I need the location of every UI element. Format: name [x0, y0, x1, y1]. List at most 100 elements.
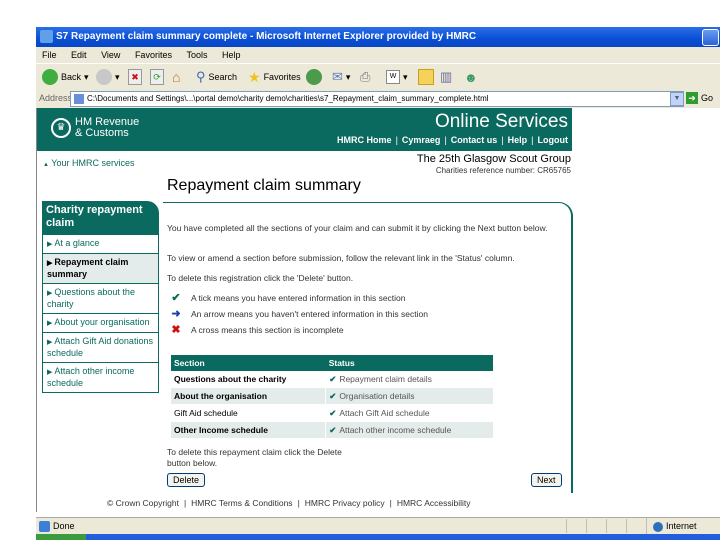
history-button[interactable] [306, 68, 322, 86]
print-button[interactable]: ⎙ [360, 68, 370, 86]
hmrc-banner: ♛ HM Revenue & Customs Online Services H… [37, 108, 572, 151]
go-button[interactable]: Go [701, 93, 713, 103]
status-link[interactable]: Organisation details [339, 391, 414, 401]
legend-text: A cross means this section is incomplete [191, 324, 344, 335]
back-label: Back [61, 72, 82, 82]
status-link[interactable]: Attach other income schedule [339, 425, 451, 435]
footer-separator: | [183, 498, 187, 508]
menu-help[interactable]: Help [222, 50, 241, 60]
main-panel: You have completed all the sections of y… [163, 202, 573, 493]
arrow-right-icon: ➜ [171, 308, 181, 320]
sidebar-item-about-organisation[interactable]: ▶ About your organisation [42, 314, 159, 333]
search-icon: ⚲ [196, 69, 206, 84]
service-title: Online Services [434, 111, 568, 132]
refresh-button[interactable]: ⟳ [150, 68, 164, 86]
messenger-button[interactable]: ☻ [464, 68, 478, 86]
search-label: Search [208, 72, 238, 82]
edit-dropdown-icon: ▾ [403, 71, 408, 82]
arrow-right-icon: ▶ [47, 320, 53, 327]
status-link[interactable]: Repayment claim details [339, 374, 432, 384]
status-cell: ✔ Repayment claim details [325, 371, 493, 388]
start-button[interactable] [36, 534, 86, 540]
menu-favorites[interactable]: Favorites [135, 50, 172, 60]
hmrc-logo[interactable]: ♛ HM Revenue & Customs [51, 117, 139, 139]
favorites-label: Favorites [263, 72, 301, 82]
section-cell: About the organisation [171, 387, 326, 405]
address-label: Address [39, 93, 73, 103]
legend-text: A tick means you have entered informatio… [191, 292, 406, 303]
your-hmrc-services-link[interactable]: ▲ Your HMRC services [43, 158, 135, 168]
delete-claim-text: To delete this repayment claim click the… [167, 447, 342, 468]
mail-icon: ✉ [332, 69, 343, 84]
nav-help[interactable]: Help [508, 135, 528, 145]
sidebar-item-at-a-glance[interactable]: ▶ At a glance [42, 235, 159, 254]
back-button[interactable]: Back ▾ [42, 68, 89, 86]
minimize-button[interactable] [702, 29, 719, 46]
table-header-row: Section Status [171, 355, 493, 371]
nav-separator: | [531, 135, 534, 145]
delete-button[interactable]: Delete [167, 473, 206, 487]
cross-icon: ✖ [171, 324, 181, 336]
stop-button[interactable]: ✖ [128, 68, 142, 86]
note-icon [418, 69, 434, 85]
menu-view[interactable]: View [101, 50, 120, 60]
word-icon: W [386, 70, 400, 84]
menu-file[interactable]: File [42, 50, 57, 60]
accessibility-link[interactable]: HMRC Accessibility [397, 498, 471, 508]
address-input[interactable]: C:\Documents and Settings\...\portal dem… [70, 91, 684, 107]
go-arrow-icon[interactable]: ➜ [686, 92, 698, 104]
copyright-link[interactable]: © Crown Copyright [107, 498, 179, 508]
legend-arrow: ➜ An arrow means you haven't entered inf… [169, 307, 428, 320]
sidebar-item-questions-about-charity[interactable]: ▶ Questions about the charity [42, 284, 159, 314]
nav-contact-us[interactable]: Contact us [451, 135, 498, 145]
page-content: ♛ HM Revenue & Customs Online Services H… [36, 108, 720, 512]
forward-button[interactable]: ▾ [96, 68, 120, 86]
tick-icon: ✔ [171, 292, 181, 304]
next-button[interactable]: Next [531, 473, 562, 487]
tick-icon: ✔ [329, 373, 337, 384]
status-text: Done [53, 521, 75, 531]
nav-hmrc-home[interactable]: HMRC Home [337, 135, 392, 145]
table-row: Gift Aid schedule ✔ Attach Gift Aid sched… [171, 404, 493, 422]
tick-icon: ✔ [329, 407, 337, 418]
sidebar-item-other-income-schedule[interactable]: ▶ Attach other income schedule [42, 363, 159, 393]
ie-icon [40, 30, 53, 43]
nav-logout[interactable]: Logout [538, 135, 569, 145]
tick-icon: ✔ [329, 424, 337, 435]
arrow-right-icon: ▶ [47, 339, 53, 346]
nav-separator: | [444, 135, 447, 145]
crown-icon: ♛ [51, 118, 71, 138]
print-icon: ⎙ [360, 69, 371, 84]
amend-text: To view or amend a section before submis… [167, 253, 515, 263]
sidebar-item-gift-aid-schedule[interactable]: ▶ Attach Gift Aid donations schedule [42, 333, 159, 363]
search-button[interactable]: ⚲ Search [196, 68, 237, 86]
home-button[interactable]: ⌂ [172, 68, 180, 86]
research-button[interactable]: ▥ [440, 68, 452, 86]
sidebar-item-label: Repayment claim summary [47, 257, 129, 279]
your-hmrc-services-label: Your HMRC services [51, 158, 135, 168]
back-dropdown-icon: ▾ [84, 71, 89, 82]
nav-cymraeg[interactable]: Cymraeg [402, 135, 441, 145]
refresh-icon: ⟳ [150, 69, 164, 85]
favorites-button[interactable]: ★ Favorites [248, 68, 301, 86]
terms-link[interactable]: HMRC Terms & Conditions [191, 498, 292, 508]
mail-button[interactable]: ✉ ▾ [332, 68, 350, 86]
menu-tools[interactable]: Tools [186, 50, 207, 60]
sidebar-item-label: Attach other income schedule [47, 366, 135, 388]
star-icon: ★ [248, 68, 261, 85]
status-link[interactable]: Attach Gift Aid schedule [339, 408, 429, 418]
status-divider [606, 519, 607, 533]
sidebar-item-repayment-claim-summary[interactable]: ▶ Repayment claim summary [42, 254, 159, 284]
sidebar-item-label: About your organisation [54, 317, 150, 327]
status-cell: ✔ Attach other income schedule [325, 421, 493, 439]
legend-text: An arrow means you haven't entered infor… [191, 308, 428, 319]
discuss-button[interactable] [418, 68, 434, 86]
edit-button[interactable]: W ▾ [386, 68, 408, 86]
menu-edit[interactable]: Edit [71, 50, 87, 60]
sidebar-item-label: Attach Gift Aid donations schedule [47, 336, 153, 358]
logo-line2: & Customs [75, 127, 129, 139]
globe-icon [653, 521, 663, 532]
privacy-link[interactable]: HMRC Privacy policy [305, 498, 385, 508]
address-dropdown-icon[interactable]: ▼ [670, 92, 684, 106]
forward-dropdown-icon: ▾ [115, 71, 120, 82]
